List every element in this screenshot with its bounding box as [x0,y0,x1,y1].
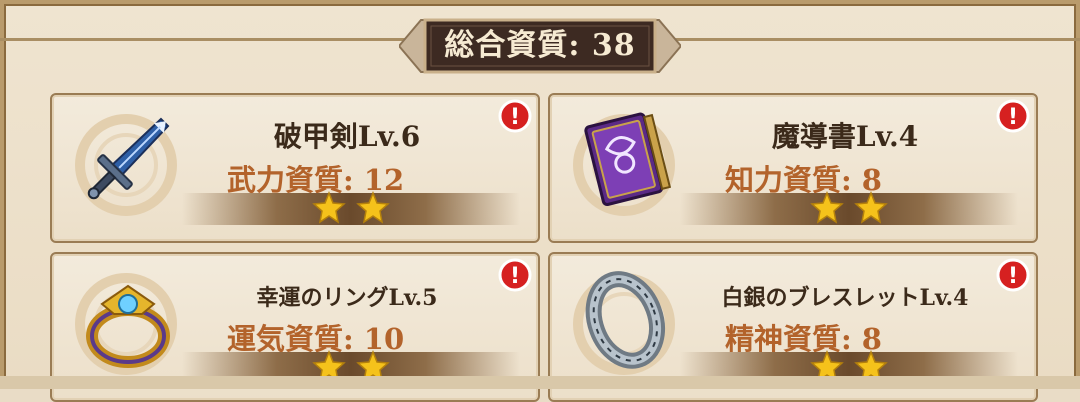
ring-icon [86,284,170,368]
equipment-card-book[interactable]: 魔導書Lv.4 知力資質: 8 ! [548,93,1038,243]
star-rating [182,191,520,225]
star-rating [680,191,1018,225]
equipment-title: 破甲剣Lv.6 [273,120,421,153]
bottom-edge [0,376,1080,389]
alert-icon[interactable]: ! [498,258,532,292]
equipment-title: 魔導書Lv.4 [771,120,919,153]
spellbook-icon [584,112,672,206]
bracelet-icon [585,271,665,369]
star-icon [854,191,888,224]
equipment-card-sword[interactable]: 破甲剣Lv.6 武力資質: 12 ! [50,93,540,243]
alert-mark: ! [1008,264,1018,289]
alert-icon[interactable]: ! [996,99,1030,133]
equipment-title: 幸運のリングLv.5 [256,285,438,311]
sword-icon [87,117,170,200]
alert-icon[interactable]: ! [498,99,532,133]
total-quality-banner: 総合資質: 38 [399,14,681,78]
star-icon [356,191,390,224]
alert-mark: ! [510,105,520,130]
equipment-title: 白銀のブレスレットLv.4 [721,285,969,311]
total-quality-label: 総合資質: 38 [444,28,636,63]
star-icon [810,191,844,224]
star-icon [312,191,346,224]
alert-mark: ! [510,264,520,289]
alert-mark: ! [1008,105,1018,130]
alert-icon[interactable]: ! [996,258,1030,292]
